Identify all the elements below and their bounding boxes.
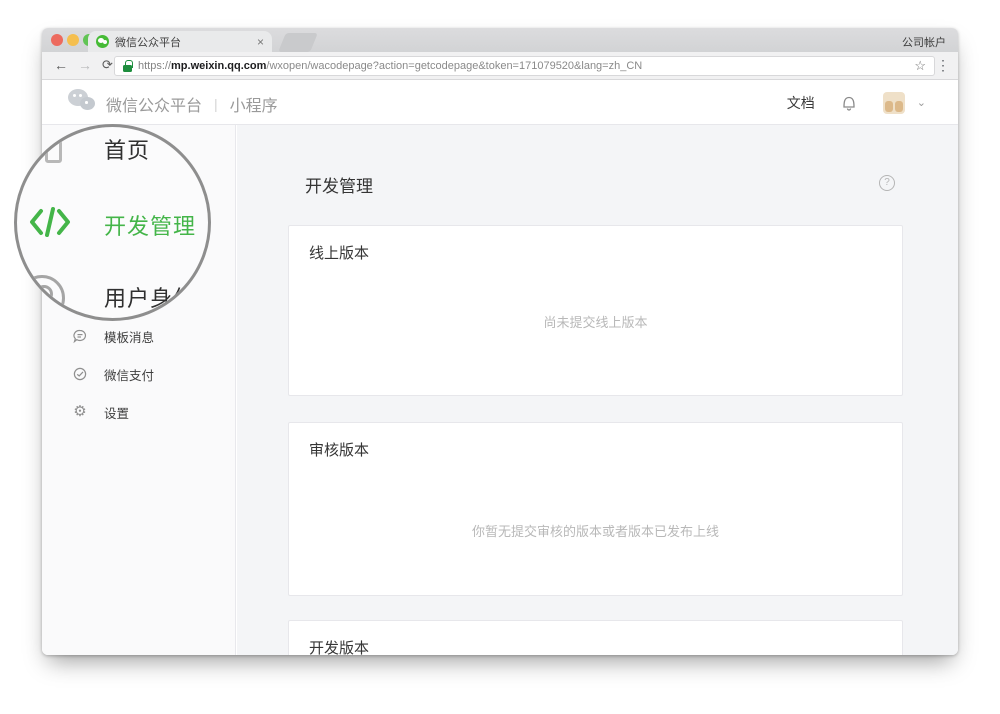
- browser-toolbar: ← → ⟳ https://mp.weixin.qq.com/wxopen/wa…: [42, 52, 958, 80]
- browser-window: 微信公众平台 × 公司帐户 ← → ⟳ https://mp.weixin.qq…: [42, 28, 958, 655]
- browser-tab[interactable]: 微信公众平台 ×: [88, 31, 272, 52]
- tab-strip: 微信公众平台 × 公司帐户: [42, 28, 958, 52]
- url-scheme: https://: [138, 60, 171, 72]
- url-text[interactable]: https://mp.weixin.qq.com/wxopen/wacodepa…: [138, 60, 908, 72]
- sidebar-item-template-message[interactable]: 模板消息: [42, 326, 235, 346]
- card-title: 线上版本: [309, 242, 369, 263]
- card-review-version: 审核版本 你暂无提交审核的版本或者版本已发布上线: [288, 422, 903, 596]
- account-avatar[interactable]: [883, 92, 905, 114]
- sidebar-item-label: 模板消息: [104, 327, 154, 346]
- home-icon: [45, 140, 62, 163]
- site-header: 微信公众平台 | 小程序 文档 ⌄: [42, 80, 958, 125]
- window-close-button[interactable]: [51, 34, 63, 46]
- tab-close-icon[interactable]: ×: [257, 35, 264, 49]
- wechat-favicon-icon: [96, 35, 109, 48]
- brand-title: 微信公众平台: [106, 92, 202, 116]
- card-title: 审核版本: [309, 439, 369, 460]
- reload-button[interactable]: ⟳: [102, 57, 113, 73]
- gear-icon: ⚙: [72, 404, 88, 420]
- brand-line: 微信公众平台 | 小程序: [106, 92, 278, 116]
- magnifier-lens: 首页 开发管理 用户身份: [14, 124, 211, 321]
- code-icon: [28, 203, 72, 241]
- screenshot-stage: 微信公众平台 × 公司帐户 ← → ⟳ https://mp.weixin.qq…: [0, 0, 1000, 714]
- browser-menu-icon[interactable]: ⋮: [936, 57, 950, 74]
- card-title: 开发版本: [309, 637, 369, 655]
- back-button[interactable]: ←: [54, 57, 68, 73]
- sidebar-item-dev-management[interactable]: 开发管理: [104, 209, 196, 241]
- card-empty-text: 尚未提交线上版本: [289, 312, 902, 331]
- help-icon[interactable]: ?: [879, 175, 895, 191]
- card-dev-version: 开发版本: [288, 620, 903, 655]
- sidebar-item-user-identity[interactable]: 用户身份: [104, 281, 196, 313]
- chevron-down-icon[interactable]: ⌄: [917, 96, 926, 109]
- new-tab-button[interactable]: [278, 33, 318, 52]
- sidebar-item-home[interactable]: 首页: [104, 133, 150, 165]
- page-title: 开发管理: [305, 172, 373, 197]
- secure-lock-icon: [123, 60, 132, 72]
- card-empty-text: 你暂无提交审核的版本或者版本已发布上线: [289, 521, 902, 540]
- url-path: /wxopen/wacodepage?action=getcodepage&to…: [266, 60, 642, 72]
- user-icon: [19, 275, 65, 321]
- brand-separator: |: [214, 96, 218, 112]
- sidebar-item-settings[interactable]: ⚙ 设置: [42, 402, 235, 422]
- bookmark-star-icon[interactable]: ☆: [914, 58, 926, 74]
- check-circle-icon: [72, 366, 88, 382]
- card-online-version: 线上版本 尚未提交线上版本: [288, 225, 903, 396]
- address-bar[interactable]: https://mp.weixin.qq.com/wxopen/wacodepa…: [114, 56, 935, 76]
- main-content: 开发管理 ? 线上版本 尚未提交线上版本 审核版本 你暂无提交审核的版本或者版本…: [237, 125, 958, 655]
- url-domain: mp.weixin.qq.com: [171, 60, 266, 72]
- sidebar-item-label: 设置: [104, 403, 129, 422]
- wechat-logo-icon: [68, 89, 100, 116]
- browser-profile-label: 公司帐户: [902, 34, 946, 50]
- header-actions: 文档 ⌄: [787, 80, 926, 125]
- comment-icon: [72, 328, 88, 344]
- product-title: 小程序: [230, 92, 278, 116]
- sidebar-item-label: 微信支付: [104, 365, 154, 384]
- docs-link[interactable]: 文档: [787, 93, 815, 113]
- tab-title: 微信公众平台: [115, 34, 253, 50]
- window-minimize-button[interactable]: [67, 34, 79, 46]
- forward-button[interactable]: →: [78, 57, 92, 73]
- sidebar-item-wechat-pay[interactable]: 微信支付: [42, 364, 235, 384]
- notification-bell-icon[interactable]: [841, 94, 857, 112]
